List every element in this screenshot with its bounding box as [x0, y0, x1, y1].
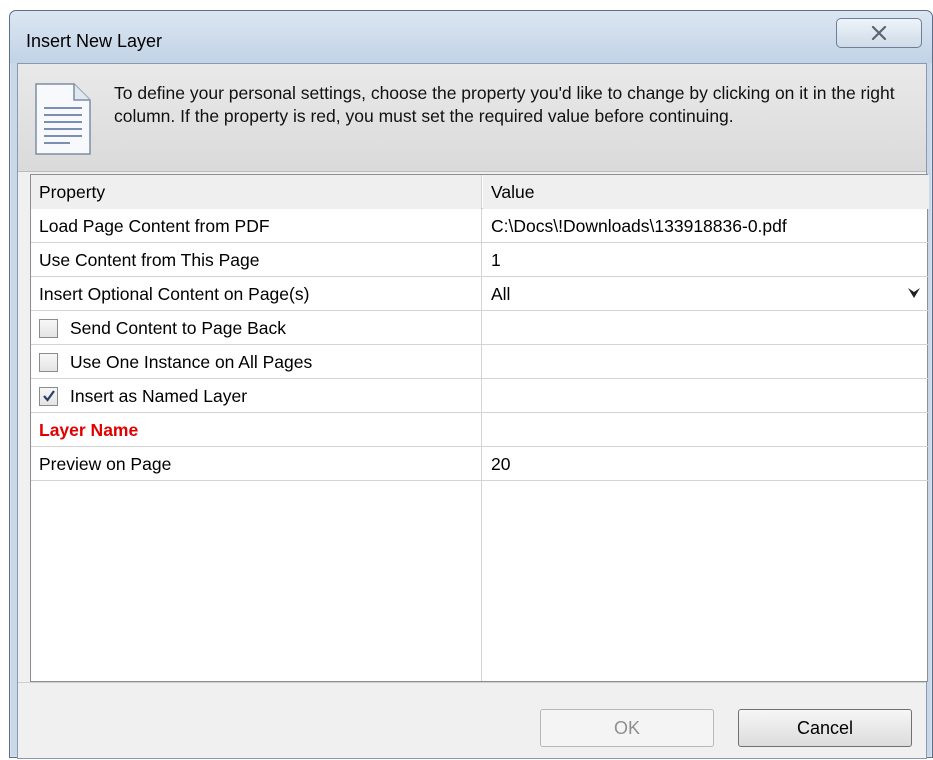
checkbox-label: Send Content to Page Back [70, 317, 286, 338]
table-row[interactable]: Insert as Named Layer [31, 379, 929, 413]
table-row[interactable]: Insert Optional Content on Page(s) All [31, 277, 929, 311]
dialog-client-area: To define your personal settings, choose… [17, 63, 929, 760]
header-value[interactable]: Value [483, 175, 929, 209]
checkmark-icon [42, 390, 55, 402]
info-panel: To define your personal settings, choose… [18, 64, 926, 172]
table-row[interactable]: Layer Name [31, 413, 929, 447]
property-grid: Property Value Load Page Content from PD… [30, 174, 929, 682]
pdf-path-value[interactable]: C:\Docs\!Downloads\133918836-0.pdf [483, 209, 929, 243]
named-layer-option[interactable]: Insert as Named Layer [31, 379, 929, 413]
layer-name-value[interactable] [483, 413, 929, 447]
table-row[interactable]: Preview on Page 20 [31, 447, 929, 481]
table-row[interactable]: Use Content from This Page 1 [31, 243, 929, 277]
info-text: To define your personal settings, choose… [114, 83, 895, 126]
one-instance-option[interactable]: Use One Instance on All Pages [31, 345, 929, 379]
pages-select-value: All [491, 283, 511, 304]
checkbox-label: Insert as Named Layer [70, 385, 248, 406]
close-button[interactable] [836, 18, 922, 48]
row-label: Insert Optional Content on Page(s) [39, 283, 310, 304]
row-label: Load Page Content from PDF [39, 215, 270, 236]
table-row[interactable]: Send Content to Page Back [31, 311, 929, 345]
row-label: Preview on Page [39, 453, 172, 474]
named-layer-checkbox[interactable] [39, 386, 58, 406]
cancel-button[interactable]: Cancel [738, 709, 912, 747]
button-bar: OK Cancel [18, 682, 926, 760]
table-row[interactable]: Load Page Content from PDF C:\Docs\!Down… [31, 209, 929, 243]
row-label: Use Content from This Page [39, 249, 260, 270]
send-to-back-option[interactable]: Send Content to Page Back [31, 311, 929, 345]
table-row[interactable]: Use One Instance on All Pages [31, 345, 929, 379]
document-icon [35, 83, 91, 155]
preview-page-value[interactable]: 20 [483, 447, 929, 481]
dialog-window: Insert New Layer To define your personal… [9, 10, 933, 760]
close-x-icon [871, 26, 887, 40]
title-bar[interactable]: Insert New Layer [10, 11, 932, 63]
ok-button[interactable]: OK [540, 709, 714, 747]
page-number-value[interactable]: 1 [483, 243, 929, 277]
checkbox-label: Use One Instance on All Pages [70, 351, 313, 372]
dropdown-arrow-icon[interactable] [907, 286, 921, 300]
header-property[interactable]: Property [31, 175, 481, 209]
layer-name-label: Layer Name [39, 419, 139, 440]
send-to-back-checkbox[interactable] [39, 318, 58, 338]
window-title: Insert New Layer [26, 31, 163, 51]
one-instance-checkbox[interactable] [39, 352, 58, 372]
grid-header: Property Value [31, 175, 929, 209]
pages-select[interactable]: All [483, 277, 929, 311]
